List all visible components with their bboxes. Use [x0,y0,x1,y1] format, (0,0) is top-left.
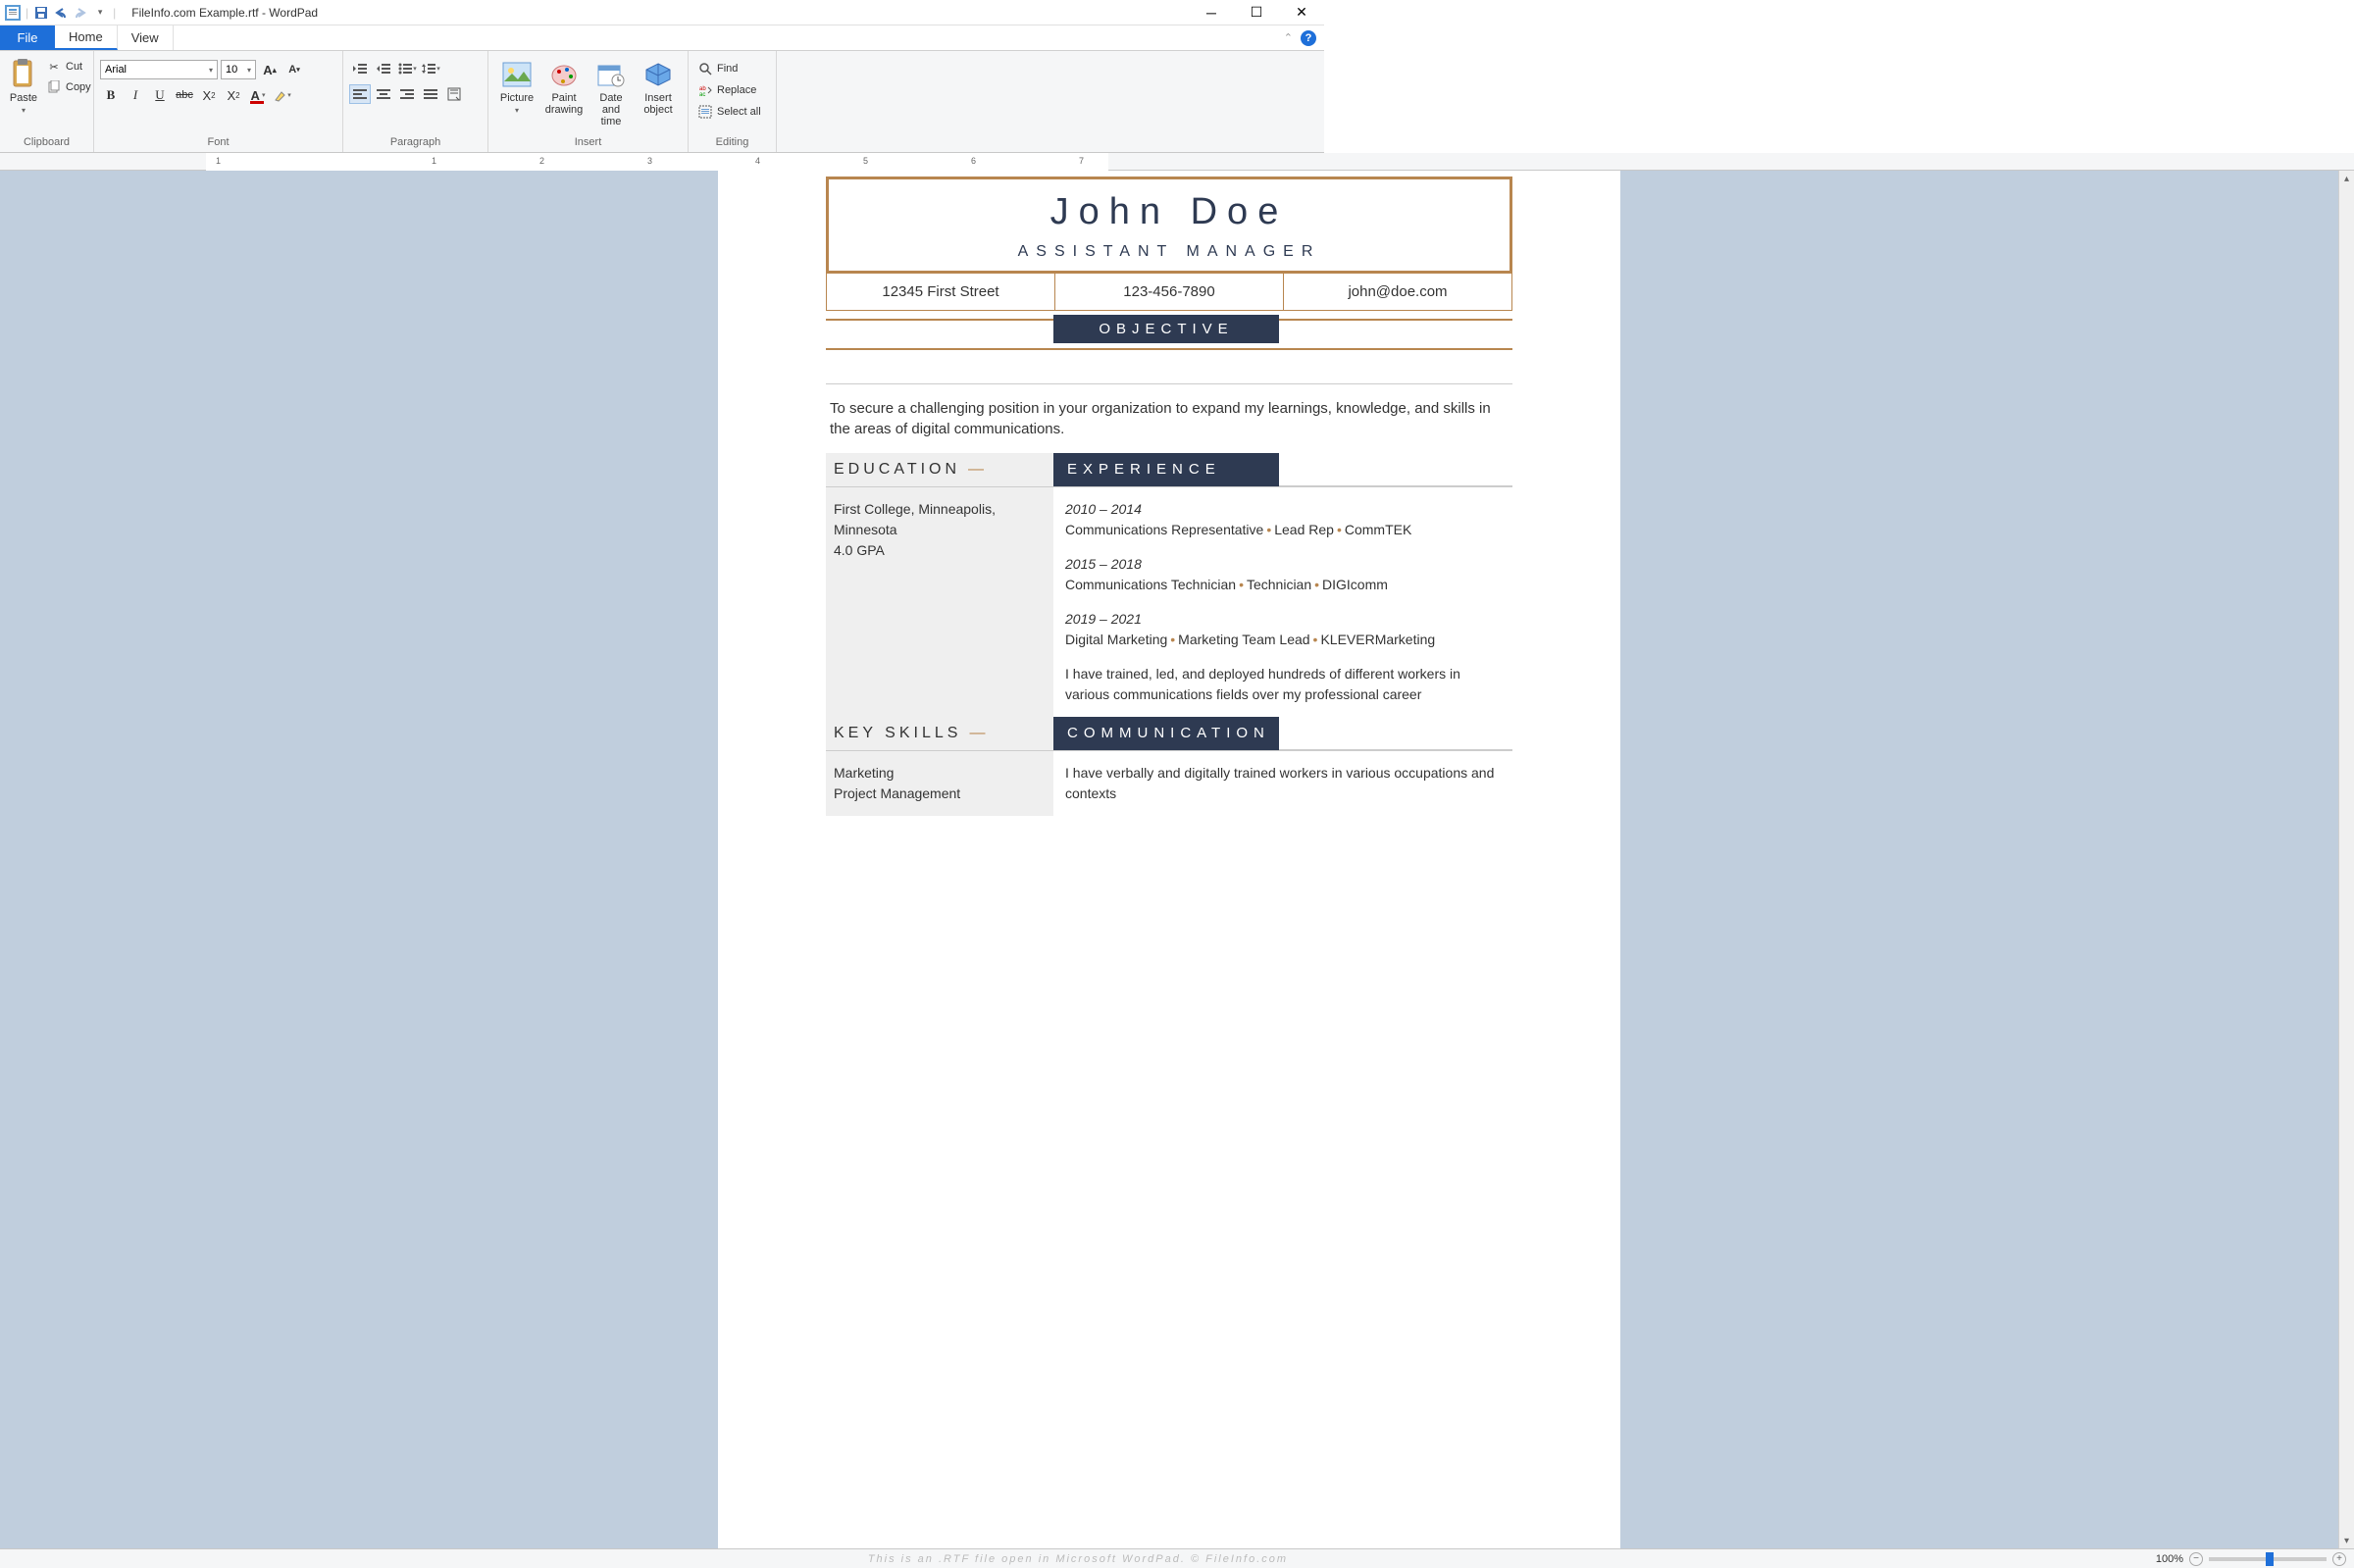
select-all-button[interactable]: Select all [694,102,764,122]
clipboard-group-label: Clipboard [6,134,87,150]
paragraph-dialog-button[interactable] [443,84,465,104]
font-size-select[interactable]: 10▾ [221,60,256,79]
scroll-up-icon[interactable]: ▴ [2339,171,2354,186]
insert-object-button[interactable]: Insert object [636,57,681,118]
insert-group-label: Insert [494,134,682,150]
document-area[interactable]: John Doe ASSISTANT MANAGER 12345 First S… [0,171,2338,1548]
shrink-font-button[interactable]: A▾ [283,59,305,80]
contact-email: john@doe.com [1284,274,1511,310]
save-icon[interactable] [32,4,50,22]
italic-button[interactable]: I [125,84,146,106]
search-icon [697,61,713,76]
zoom-value: 100% [2156,1553,2183,1565]
align-right-button[interactable] [396,84,418,104]
ribbon: Paste ▾ ✂Cut Copy Clipboard Arial▾ 10▾ A… [0,51,1324,153]
align-left-button[interactable] [349,84,371,104]
edu-exp-heading: EDUCATION— EXPERIENCE [826,453,1512,486]
copy-icon [46,79,62,95]
contact-phone: 123-456-7890 [1055,274,1284,310]
paste-button[interactable]: Paste ▾ [6,57,41,117]
workspace: 1 1 2 3 4 5 6 7 John Doe ASSISTANT MANAG… [0,153,2354,1548]
window-title: FileInfo.com Example.rtf - WordPad [131,6,318,20]
cut-button[interactable]: ✂Cut [43,57,94,76]
contact-address: 12345 First Street [827,274,1055,310]
file-menu[interactable]: File [0,25,55,50]
collapse-ribbon-icon[interactable]: ⌃ [1284,31,1293,44]
objective-text: To secure a challenging position in your… [826,384,1512,453]
vertical-scrollbar[interactable]: ▴ ▾ [2338,171,2354,1548]
objective-heading: OBJECTIVE [826,319,1512,350]
tab-home[interactable]: Home [55,25,118,50]
page: John Doe ASSISTANT MANAGER 12345 First S… [718,171,1620,1548]
experience-body: 2010 – 2014Communications Representative… [1053,487,1512,717]
select-all-icon [697,104,713,120]
status-caption: This is an .RTF file open in Microsoft W… [0,1553,2156,1565]
contact-row: 12345 First Street 123-456-7890 john@doe… [826,274,1512,311]
undo-icon[interactable] [52,4,70,22]
svg-text:ac: ac [699,92,705,97]
date-time-button[interactable]: Date and time [588,57,634,129]
bullets-button[interactable]: ▾ [396,59,418,78]
superscript-button[interactable]: X2 [223,84,244,106]
paragraph-group-label: Paragraph [349,134,482,150]
subscript-button[interactable]: X2 [198,84,220,106]
header-box: John Doe ASSISTANT MANAGER [826,177,1512,274]
replace-icon: abac [697,82,713,98]
highlight-button[interactable]: ▾ [272,84,293,106]
replace-button[interactable]: abacReplace [694,80,764,100]
tab-view[interactable]: View [118,25,174,50]
help-icon[interactable]: ? [1301,30,1316,46]
font-group-label: Font [100,134,336,150]
decrease-indent-button[interactable] [349,59,371,78]
skills-body: Marketing Project Management [826,751,1053,816]
font-color-button[interactable]: A▾ [247,84,269,106]
scissors-icon: ✂ [46,59,62,75]
redo-icon[interactable] [72,4,89,22]
paint-drawing-button[interactable]: Paint drawing [541,57,587,118]
zoom-out-button[interactable]: − [2189,1552,2203,1566]
bold-button[interactable]: B [100,84,122,106]
education-body: First College, Minneapolis, Minnesota 4.… [826,487,1053,717]
grow-font-button[interactable]: A▴ [259,59,281,80]
copy-button[interactable]: Copy [43,77,94,97]
justify-button[interactable] [420,84,441,104]
zoom-in-button[interactable]: + [2332,1552,2346,1566]
titlebar: | ▾ | FileInfo.com Example.rtf - WordPad… [0,0,1324,25]
font-family-select[interactable]: Arial▾ [100,60,218,79]
skills-comm-heading: KEY SKILLS— COMMUNICATION [826,717,1512,750]
editing-group-label: Editing [694,134,770,150]
find-button[interactable]: Find [694,59,764,78]
underline-button[interactable]: U [149,84,171,106]
maximize-button[interactable]: ☐ [1234,0,1279,25]
ruler[interactable]: 1 1 2 3 4 5 6 7 [0,153,2354,171]
app-icon [4,4,22,22]
close-button[interactable]: ✕ [1279,0,1324,25]
resume-subtitle: ASSISTANT MANAGER [829,243,1510,261]
zoom-slider[interactable] [2209,1557,2327,1561]
line-spacing-button[interactable]: ▾ [420,59,441,78]
strikethrough-button[interactable]: abc [174,84,195,106]
menubar: File Home View ⌃ ? [0,25,1324,51]
resume-name: John Doe [829,191,1510,233]
scroll-down-icon[interactable]: ▾ [2339,1533,2354,1548]
picture-button[interactable]: Picture▾ [494,57,539,117]
increase-indent-button[interactable] [373,59,394,78]
statusbar: This is an .RTF file open in Microsoft W… [0,1548,2354,1568]
align-center-button[interactable] [373,84,394,104]
qat-dropdown-icon[interactable]: ▾ [91,4,109,22]
minimize-button[interactable]: ─ [1189,0,1234,25]
communication-body: I have verbally and digitally trained wo… [1053,751,1512,816]
